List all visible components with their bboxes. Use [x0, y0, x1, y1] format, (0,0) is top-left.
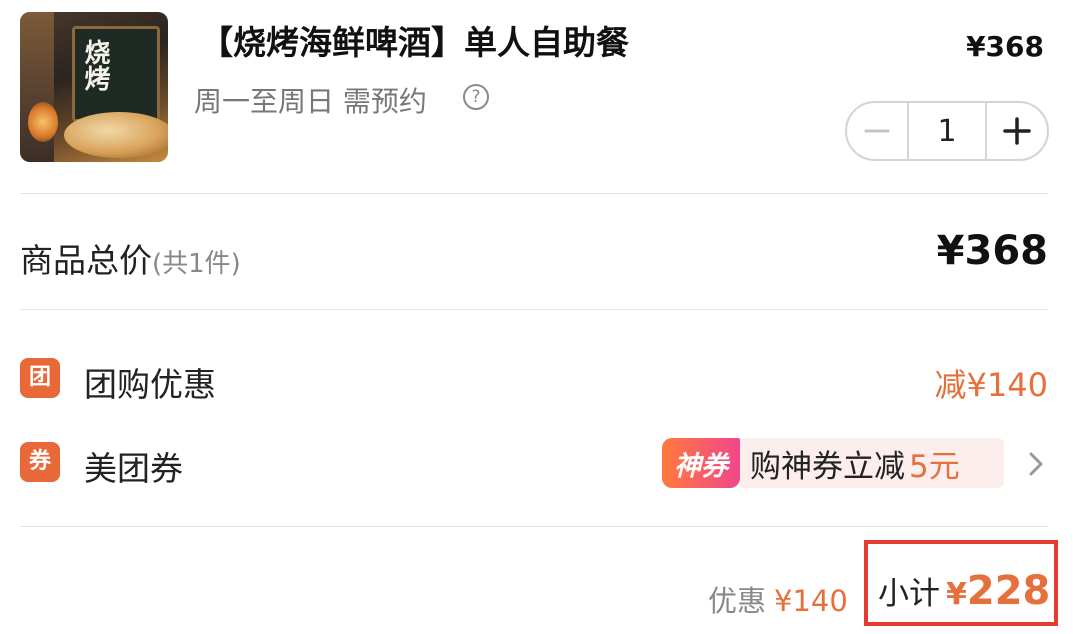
- subtotal-value: 228: [966, 568, 1051, 614]
- total-label-text: 商品总价: [20, 241, 152, 280]
- minus-icon: [864, 129, 890, 133]
- quantity-stepper: 1: [845, 101, 1049, 161]
- subtotal-currency: ¥: [946, 577, 967, 612]
- help-icon[interactable]: ?: [463, 84, 489, 110]
- group-deal-label: 团购优惠: [84, 365, 216, 404]
- subtotal: 小计 ¥228: [878, 568, 1050, 614]
- product-thumbnail[interactable]: 烧烤: [20, 12, 168, 162]
- quantity-value[interactable]: 1: [907, 103, 987, 159]
- total-count: (共1件): [152, 249, 241, 279]
- coupon-offer-amount: 5元: [909, 448, 960, 485]
- unit-price: ¥368: [966, 30, 1044, 63]
- saved-label: 优惠: [708, 584, 767, 618]
- saved-value: ¥140: [774, 584, 848, 618]
- coupon-label[interactable]: 美团券: [84, 442, 183, 490]
- plus-icon: [1003, 117, 1031, 145]
- saved-summary: 优惠 ¥140: [708, 578, 848, 620]
- divider: [20, 526, 1048, 527]
- group-deal-icon: 团: [20, 358, 60, 398]
- coupon-offer-label: 购神券立减: [750, 448, 905, 485]
- subtotal-label: 小计: [878, 576, 940, 612]
- thumbnail-sign: 烧烤: [72, 26, 160, 122]
- chevron-right-icon[interactable]: [1024, 449, 1048, 479]
- group-deal-value: 减¥140: [934, 366, 1048, 404]
- decrease-button[interactable]: [847, 103, 907, 159]
- divider: [20, 193, 1048, 194]
- product-schedule: 周一至周日 需预约: [194, 85, 427, 118]
- thumbnail-sign-text: 烧烤: [80, 39, 110, 91]
- total-label: 商品总价(共1件): [20, 234, 241, 282]
- coupon-icon: 券: [20, 442, 60, 482]
- thumbnail-flame: [28, 102, 58, 142]
- coupon-offer[interactable]: 神券 购神券立减 5元: [662, 438, 1004, 488]
- coupon-offer-text: 购神券立减 5元: [740, 438, 1004, 488]
- divider: [20, 309, 1048, 310]
- total-value: ¥368: [936, 228, 1048, 274]
- product-title[interactable]: 【烧烤海鲜啤酒】单人自助餐: [200, 16, 629, 64]
- shenquan-badge: 神券: [662, 438, 740, 488]
- thumbnail-food: [64, 112, 168, 158]
- increase-button[interactable]: [987, 103, 1047, 159]
